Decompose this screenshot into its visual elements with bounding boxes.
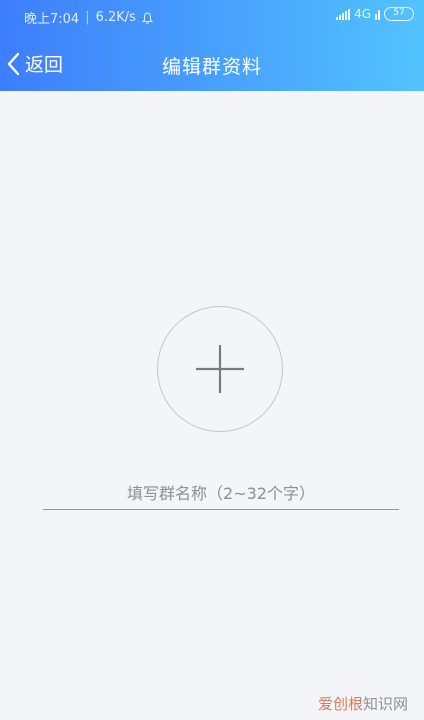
watermark-left: 爱创根 (317, 695, 363, 713)
page-title: 编辑群资料 (161, 56, 262, 78)
watermark-right: 知识网 (362, 695, 408, 713)
status-separator: | (85, 10, 90, 25)
nav-bar: 返回 编辑群资料 (0, 40, 424, 86)
signal-icon (336, 8, 351, 20)
data-activity-icon (375, 9, 380, 20)
status-time: 晚上7:04 (24, 12, 80, 27)
group-name-input[interactable] (43, 478, 399, 510)
bell-icon (141, 11, 153, 24)
status-bar: 晚上7:04 | 6.2K/s 4G 57 (0, 0, 424, 34)
plus-icon (196, 345, 244, 393)
watermark: 爱创根知识网 (318, 693, 408, 714)
header: 晚上7:04 | 6.2K/s 4G 57 返回 编辑群资料 (0, 0, 424, 91)
status-speed: 6.2K/s (95, 10, 136, 25)
battery-icon: 57 (384, 7, 414, 21)
add-avatar-button[interactable] (157, 306, 283, 432)
network-type: 4G (354, 7, 371, 21)
